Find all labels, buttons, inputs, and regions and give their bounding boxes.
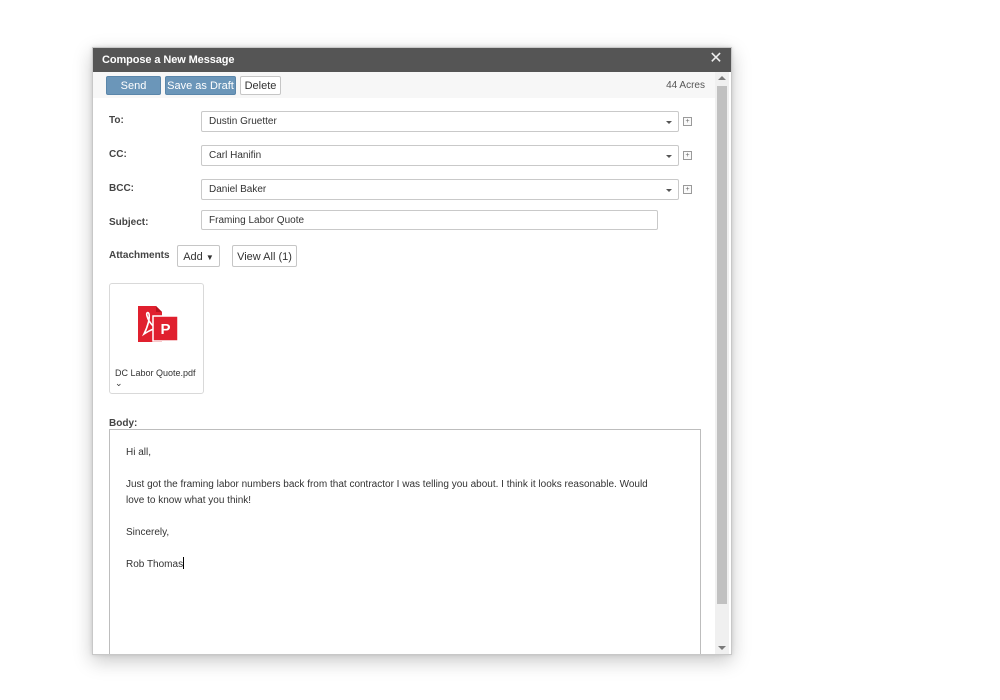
close-icon[interactable]: ✕ [707,50,725,68]
text-cursor [183,557,185,569]
to-label: To: [109,115,124,126]
delete-button[interactable]: Delete [240,76,281,95]
svg-text:P: P [160,321,170,338]
compose-dialog: Compose a New Message ✕ Send Save as Dra… [92,47,732,655]
caret-down-icon: ▼ [205,253,214,262]
body-signature-line: Rob Thomas [126,557,686,573]
toolbar: Send Save as Draft Delete 44 Acres [93,72,715,98]
body-greeting: Hi all, [126,447,152,458]
bcc-label: BCC: [109,183,134,194]
cc-field[interactable]: Carl Hanifin [201,145,679,166]
scrollbar[interactable] [715,72,729,654]
caret-down-icon[interactable] [666,121,672,124]
attachment-card[interactable]: P DC Labor Quote.pdf ⌄ [109,283,204,394]
acres-count: 44 Acres [666,80,705,91]
subject-label: Subject: [109,217,149,228]
scroll-up-icon[interactable] [718,76,726,80]
body-line-1: Just got the framing labor numbers back … [126,479,648,490]
add-label: Add [183,251,203,263]
to-field[interactable]: Dustin Gruetter [201,111,679,132]
pdf-icon: P [138,306,179,342]
bcc-field[interactable]: Daniel Baker [201,179,679,200]
caret-down-icon[interactable] [666,189,672,192]
body-label: Body: [109,418,138,429]
dialog-title: Compose a New Message [102,54,235,66]
body-line-2: love to know what you think! [126,495,252,506]
attachments-label: Attachments [109,250,170,261]
save-draft-button[interactable]: Save as Draft [165,76,236,95]
body-closing: Sincerely, [126,527,170,538]
cc-label: CC: [109,149,127,160]
caret-down-icon[interactable] [666,155,672,158]
send-button[interactable]: Send [106,76,161,95]
subject-input[interactable]: Framing Labor Quote [201,210,658,230]
subject-value: Framing Labor Quote [209,215,305,226]
to-value: Dustin Gruetter [209,116,277,127]
attachment-filename: DC Labor Quote.pdf [115,368,196,378]
bcc-value: Daniel Baker [209,184,267,195]
add-attachment-button[interactable]: Add ▼ [177,245,220,267]
scroll-down-icon[interactable] [718,646,726,650]
view-all-button[interactable]: View All (1) [232,245,297,267]
body-signature: Rob Thomas [126,559,184,570]
cc-value: Carl Hanifin [209,150,262,161]
plus-box-icon[interactable]: + [683,185,692,194]
dialog-titlebar: Compose a New Message ✕ [93,48,731,72]
plus-box-icon[interactable]: + [683,117,692,126]
chevron-down-icon[interactable]: ⌄ [115,378,123,389]
plus-box-icon[interactable]: + [683,151,692,160]
body-textarea[interactable]: Hi all, Just got the framing labor numbe… [109,429,701,654]
scrollbar-thumb[interactable] [717,86,727,604]
